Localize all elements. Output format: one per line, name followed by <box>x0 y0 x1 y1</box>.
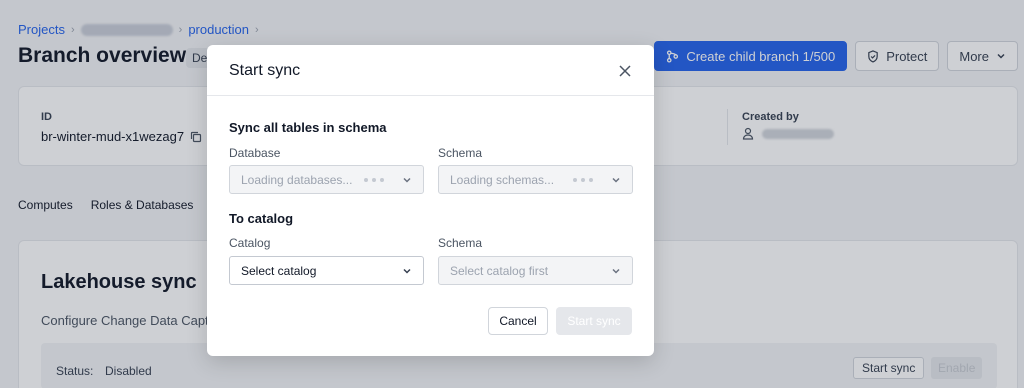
close-icon[interactable] <box>617 63 633 79</box>
catalog-select[interactable]: Select catalog <box>229 256 424 285</box>
start-sync-dialog: Start sync Sync all tables in schema Dat… <box>207 45 654 356</box>
cancel-button[interactable]: Cancel <box>488 307 548 335</box>
target-schema-select[interactable]: Select catalog first <box>438 256 633 285</box>
target-schema-select-value: Select catalog first <box>450 263 549 278</box>
catalog-label: Catalog <box>229 236 271 250</box>
chevron-down-icon <box>612 268 620 274</box>
chevron-down-icon <box>612 177 620 183</box>
schema-select-value: Loading schemas... <box>450 172 555 187</box>
dialog-title: Start sync <box>229 62 301 79</box>
database-select[interactable]: Loading databases... <box>229 165 424 194</box>
loading-indicator <box>573 177 593 182</box>
schema-select[interactable]: Loading schemas... <box>438 165 633 194</box>
source-section-heading: Sync all tables in schema <box>229 120 387 135</box>
target-section-heading: To catalog <box>229 211 294 226</box>
target-schema-label: Schema <box>438 236 483 250</box>
database-select-value: Loading databases... <box>241 172 353 187</box>
start-sync-submit-button[interactable]: Start sync <box>556 307 632 335</box>
database-label: Database <box>229 146 281 160</box>
loading-indicator <box>364 177 384 182</box>
dialog-header: Start sync <box>207 45 654 96</box>
schema-label: Schema <box>438 146 483 160</box>
chevron-down-icon <box>403 177 411 183</box>
chevron-down-icon <box>403 268 411 274</box>
catalog-select-value: Select catalog <box>241 263 317 278</box>
